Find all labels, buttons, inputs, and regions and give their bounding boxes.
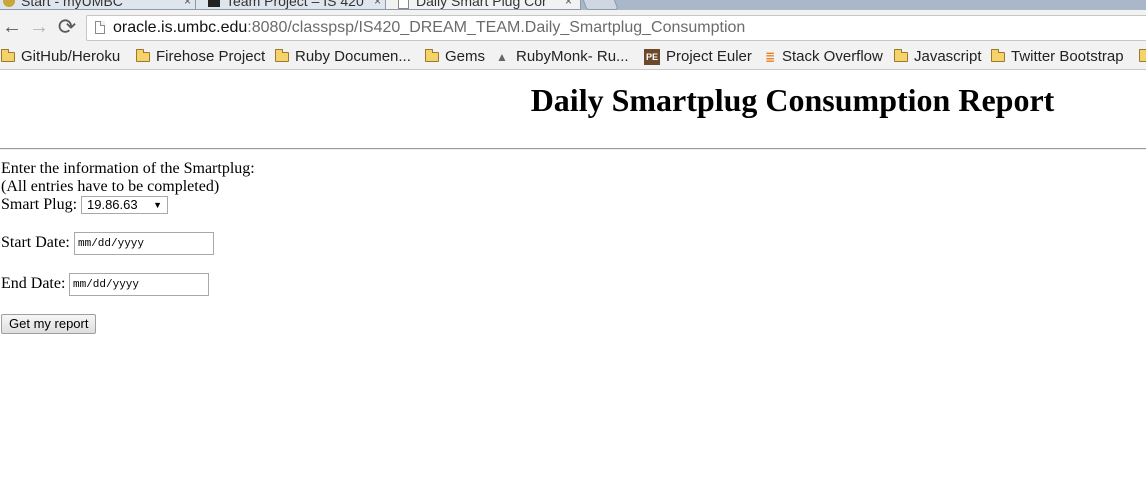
folder-icon (1139, 49, 1146, 62)
get-report-button[interactable]: Get my report (1, 314, 97, 334)
new-tab-button[interactable] (581, 0, 619, 10)
bookmark-label: Project Euler (666, 48, 752, 65)
title-divider (0, 148, 1146, 150)
tab-daily-smartplug[interactable]: Daily Smart Plug Cor × (385, 0, 581, 10)
close-icon[interactable]: × (184, 0, 191, 9)
url-text: oracle.is.umbc.edu:8080/classpsp/IS420_D… (113, 19, 745, 37)
start-date-label: Start Date: (1, 234, 70, 251)
folder-icon (991, 49, 1005, 62)
browser-tab-strip: Start - myUMBC × Team Project – IS 420 ×… (0, 0, 1146, 10)
bookmark-label: RubyMonk- Ru... (516, 48, 629, 65)
tab-team-project[interactable]: Team Project – IS 420 × (195, 0, 390, 10)
form-note: (All entries have to be completed) (1, 178, 220, 195)
close-icon[interactable]: × (565, 0, 572, 9)
bookmark-label: Gems (445, 48, 486, 65)
url-host: oracle.is.umbc.edu (113, 19, 248, 36)
project-euler-icon: PE (644, 49, 660, 65)
browser-toolbar: ← → ⟳ oracle.is.umbc.edu:8080/classpsp/I… (0, 10, 1146, 44)
bookmark-label: GitHub/Heroku (21, 48, 121, 65)
bookmark-label: Javascript (914, 48, 982, 65)
smartplug-select[interactable]: 19.86.63 ▼ (81, 196, 168, 214)
dropdown-arrow-icon: ▼ (153, 200, 162, 210)
folder-icon (894, 49, 908, 62)
address-bar[interactable]: oracle.is.umbc.edu:8080/classpsp/IS420_D… (86, 15, 1146, 41)
close-icon[interactable]: × (374, 0, 381, 9)
folder-icon (136, 49, 150, 62)
bookmark-label: Twitter Bootstrap (1011, 48, 1124, 65)
reload-icon[interactable]: ⟳ (57, 16, 77, 38)
end-date-label: End Date: (1, 275, 66, 292)
page-content: Daily Smartplug Consumption Report Enter… (0, 70, 1146, 484)
back-arrow-icon[interactable]: ← (2, 17, 22, 37)
bookmark-label: Stack Overflow (782, 48, 883, 65)
tab-title: Team Project – IS 420 (226, 0, 364, 9)
page-icon (95, 21, 105, 34)
bookmarks-bar: GitHub/Heroku Firehose Project Ruby Docu… (0, 44, 1146, 70)
page-favicon-icon (398, 0, 409, 9)
url-path: :8080/classpsp/IS420_DREAM_TEAM.Daily_Sm… (247, 19, 746, 36)
folder-icon (425, 49, 439, 62)
tab-title: Daily Smart Plug Cor (416, 0, 547, 9)
stackoverflow-icon: ≣ (764, 50, 776, 64)
smartplug-label: Smart Plug: (1, 196, 78, 213)
smartplug-selected-value: 19.86.63 (87, 197, 138, 212)
tab-title: Start - myUMBC (21, 0, 123, 9)
myumbc-favicon-icon (3, 0, 15, 7)
end-date-input[interactable] (69, 273, 209, 296)
umbc-favicon-icon (208, 0, 220, 7)
tab-start-myumbc[interactable]: Start - myUMBC × (0, 0, 200, 10)
form-intro: Enter the information of the Smartplug: (1, 160, 255, 177)
start-date-input[interactable] (74, 232, 214, 255)
folder-icon (275, 49, 289, 62)
bookmark-label: Firehose Project (156, 48, 266, 65)
folder-icon (1, 49, 15, 62)
bookmark-label: Ruby Documen... (295, 48, 411, 65)
forward-arrow-icon[interactable]: → (29, 17, 49, 37)
rubymonk-icon: ▲ (496, 50, 508, 64)
page-title: Daily Smartplug Consumption Report (530, 82, 1055, 118)
